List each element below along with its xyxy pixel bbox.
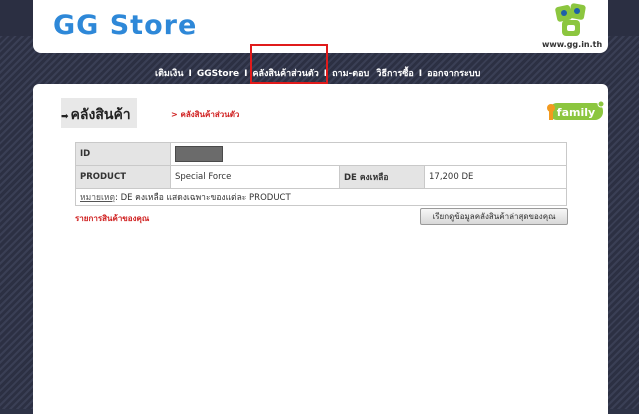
de-value: 17,200 DE: [424, 165, 567, 189]
active-nav-highlight: [250, 44, 328, 84]
arrow-right-icon: ➡: [61, 112, 69, 122]
nav-separator: I: [244, 69, 248, 79]
nav-separator: I: [418, 69, 423, 79]
de-label: DE คงเหลือ: [339, 165, 425, 189]
content-panel: ➡ คลังสินค้า > คลังสินค้าส่วนตัว family I…: [33, 84, 608, 414]
brand-logo-text[interactable]: GG Store: [53, 10, 197, 41]
product-label: PRODUCT: [75, 165, 171, 189]
inventory-info-table: ID PRODUCT Special Force DE คงเหลือ 17,2…: [75, 142, 567, 206]
page-title-box: ➡ คลังสินค้า: [61, 98, 137, 128]
nav-item-faq[interactable]: ถาม-ตอบ: [332, 69, 369, 79]
note-cell: หมายเหตุ: DE คงเหลือ แสดงเฉพาะของแต่ละ P…: [75, 188, 567, 206]
nav-separator: I: [188, 69, 192, 79]
fetch-latest-inventory-button[interactable]: เรียกดูข้อมูลคลังสินค้าล่าสุดของคุณ: [420, 208, 568, 225]
nav-item-ggstore[interactable]: GGStore: [197, 69, 239, 79]
note-label: หมายเหตุ: [80, 193, 115, 203]
table-row: หมายเหตุ: DE คงเหลือ แสดงเฉพาะของแต่ละ P…: [75, 188, 567, 206]
gg-logo-icon[interactable]: [548, 2, 594, 40]
table-row: PRODUCT Special Force DE คงเหลือ 17,200 …: [75, 165, 567, 189]
nav-item-logout[interactable]: ออกจากระบบ: [427, 69, 480, 79]
nav-item-how-to-buy[interactable]: วิธีการซื้อ: [376, 69, 413, 79]
nav-item-topup[interactable]: เติมเงิน: [155, 69, 183, 79]
site-url: www.gg.in.th: [542, 40, 603, 49]
product-value: Special Force: [170, 165, 340, 189]
masked-id-value: [175, 146, 223, 162]
breadcrumb[interactable]: > คลังสินค้าส่วนตัว: [171, 108, 239, 121]
inventory-list-link[interactable]: รายการสินค้าของคุณ: [75, 212, 149, 225]
id-label: ID: [75, 142, 171, 166]
page-title-text: คลังสินค้า: [70, 107, 131, 123]
nav-separator: [371, 69, 374, 79]
family-logo-text: family: [557, 106, 595, 119]
table-row: ID: [75, 142, 567, 166]
note-text: : DE คงเหลือ แสดงเฉพาะของแต่ละ PRODUCT: [115, 193, 291, 203]
family-logo-icon[interactable]: family: [545, 100, 605, 122]
page-title: ➡ คลังสินค้า: [61, 104, 131, 126]
id-value: [170, 142, 567, 166]
